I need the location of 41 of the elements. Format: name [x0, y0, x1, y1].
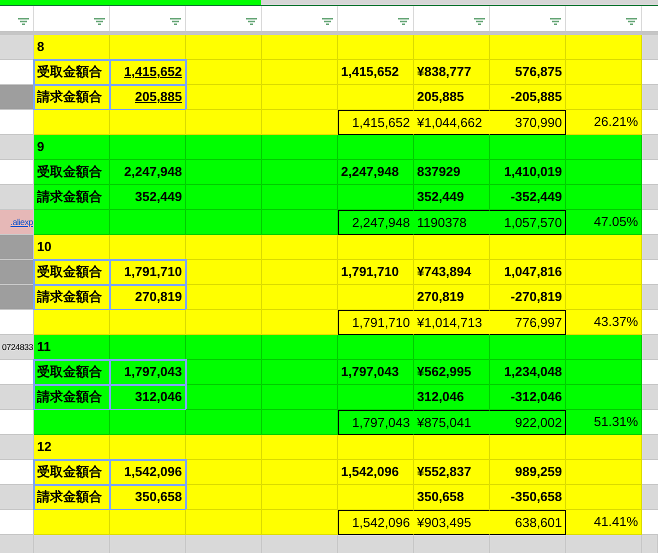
table-cell: -352,449 — [490, 185, 566, 210]
filter-icon[interactable] — [94, 18, 105, 25]
table-cell: 352,449 — [414, 185, 490, 210]
table-cell: 350,658 — [110, 485, 186, 510]
link[interactable]: .aliexp — [10, 216, 33, 228]
table-cell: 270,819 — [414, 285, 490, 310]
filter-icon[interactable] — [626, 18, 637, 25]
table-cell: 請求金額合 — [34, 85, 110, 110]
table-cell: 1,542,096 — [110, 460, 186, 485]
filter-icon[interactable] — [322, 18, 333, 25]
table-cell: 受取金額合 — [34, 60, 110, 85]
table-cell: 312,046 — [110, 385, 186, 410]
filter-icon[interactable] — [246, 18, 257, 25]
table-cell: 1,791,710 — [110, 260, 186, 285]
table-cell: 請求金額合 — [34, 285, 110, 310]
table-cell: 312,046 — [414, 385, 490, 410]
table-cell: -312,046 — [490, 385, 566, 410]
filter-icon[interactable] — [474, 18, 485, 25]
table-cell: 8 — [34, 35, 110, 60]
filter-icon[interactable] — [170, 18, 181, 25]
table-cell: -270,819 — [490, 285, 566, 310]
table-cell: 受取金額合 — [34, 460, 110, 485]
filter-icon[interactable] — [550, 18, 561, 25]
table-cell: 1,797,043 — [110, 360, 186, 385]
table-cell: -350,658 — [490, 485, 566, 510]
table-cell: 350,658 — [414, 485, 490, 510]
table-cell: 270,819 — [110, 285, 186, 310]
table-cell: 11 — [34, 335, 110, 360]
table-cell: 1,415,652 — [110, 60, 186, 85]
table-cell: 請求金額合 — [34, 485, 110, 510]
table-cell: 請求金額合 — [34, 385, 110, 410]
table-cell: 205,885 — [110, 85, 186, 110]
table-cell: 12 — [34, 435, 110, 460]
filter-icon[interactable] — [398, 18, 409, 25]
table-cell: -205,885 — [490, 85, 566, 110]
table-cell: 10 — [34, 235, 110, 260]
table-cell: 受取金額合 — [34, 260, 110, 285]
filter-icon[interactable] — [18, 18, 29, 25]
table-cell: 205,885 — [414, 85, 490, 110]
table-cell: 受取金額合 — [34, 360, 110, 385]
cell-text: 0724833 — [2, 340, 33, 354]
